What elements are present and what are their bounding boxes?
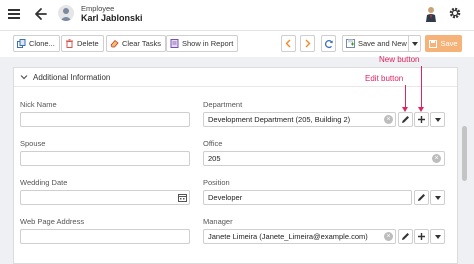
pencil-icon bbox=[402, 116, 409, 123]
entity-type-label: Employee bbox=[81, 4, 115, 13]
employee-avatar bbox=[58, 5, 74, 21]
plus-icon bbox=[418, 233, 425, 240]
manager-label: Manager bbox=[203, 217, 233, 226]
clone-icon bbox=[17, 39, 26, 48]
office-input[interactable]: 205 bbox=[203, 151, 445, 166]
pencil-icon bbox=[418, 194, 425, 201]
next-record-button[interactable] bbox=[300, 35, 315, 52]
clone-label: Clone... bbox=[29, 39, 55, 48]
show-in-report-label: Show in Report bbox=[182, 39, 234, 48]
position-dropdown-button[interactable] bbox=[430, 190, 445, 205]
save-icon bbox=[429, 39, 438, 48]
section-title: Additional Information bbox=[33, 72, 111, 82]
edit-button-annotation: Edit button bbox=[365, 74, 404, 83]
scrollbar-thumb[interactable] bbox=[462, 126, 467, 181]
entity-name: Karl Jablonski bbox=[81, 13, 143, 23]
save-and-new-icon bbox=[346, 39, 355, 48]
department-new-button[interactable] bbox=[414, 112, 429, 127]
save-and-new-button[interactable]: Save and New bbox=[342, 35, 421, 52]
position-label: Position bbox=[203, 178, 230, 187]
spouse-input[interactable] bbox=[20, 151, 190, 166]
manager-clear-icon[interactable]: × bbox=[384, 232, 393, 241]
clear-tasks-label: Clear Tasks bbox=[122, 39, 162, 48]
caret-down-icon bbox=[434, 117, 441, 122]
scrollbar[interactable] bbox=[462, 66, 467, 264]
plus-icon bbox=[418, 116, 425, 123]
web-page-address-label: Web Page Address bbox=[20, 217, 85, 226]
show-in-report-button[interactable]: Show in Report bbox=[166, 35, 239, 52]
save-and-new-label: Save and New bbox=[358, 39, 407, 48]
manager-dropdown-button[interactable] bbox=[430, 229, 445, 244]
caret-down-icon bbox=[434, 234, 441, 239]
chevron-right-icon bbox=[305, 39, 311, 48]
new-button-annotation: New button bbox=[379, 55, 420, 64]
delete-icon bbox=[66, 39, 73, 48]
save-and-new-dropdown[interactable] bbox=[408, 36, 420, 51]
manager-edit-button[interactable] bbox=[398, 229, 413, 244]
hamburger-menu-icon[interactable] bbox=[8, 9, 20, 19]
web-page-address-input[interactable] bbox=[20, 229, 190, 244]
department-dropdown-button[interactable] bbox=[430, 112, 445, 127]
back-arrow-icon[interactable] bbox=[34, 6, 48, 22]
calendar-icon bbox=[177, 194, 187, 202]
chevron-down-icon bbox=[20, 75, 28, 80]
additional-info-panel: Additional Information Nick Name Spouse … bbox=[13, 67, 458, 264]
report-icon bbox=[170, 39, 179, 48]
refresh-button[interactable] bbox=[321, 35, 336, 52]
nick-name-input[interactable] bbox=[20, 112, 190, 127]
save-label: Save bbox=[440, 39, 458, 48]
clear-tasks-button[interactable]: Clear Tasks bbox=[106, 35, 167, 52]
new-button-annotation-line bbox=[421, 66, 422, 108]
department-input[interactable]: Development Department (205, Building 2) bbox=[203, 112, 396, 127]
caret-down-icon bbox=[434, 195, 441, 200]
manager-new-button[interactable] bbox=[414, 229, 429, 244]
delete-label: Delete bbox=[77, 39, 99, 48]
wedding-date-label: Wedding Date bbox=[20, 178, 68, 187]
edit-button-annotation-arrow bbox=[402, 107, 408, 112]
clone-button[interactable]: Clone... bbox=[13, 35, 60, 52]
position-input[interactable]: Developer bbox=[203, 190, 412, 205]
new-button-annotation-arrow bbox=[418, 107, 424, 112]
position-edit-button[interactable] bbox=[414, 190, 429, 205]
app-header: Employee Karl Jablonski bbox=[0, 0, 474, 31]
department-clear-icon[interactable]: × bbox=[384, 115, 393, 124]
person-icon bbox=[60, 8, 72, 21]
save-button[interactable]: Save bbox=[425, 35, 462, 52]
caret-down-icon bbox=[411, 41, 418, 46]
refresh-icon bbox=[324, 39, 333, 48]
office-clear-icon[interactable]: × bbox=[432, 154, 441, 163]
manager-input[interactable]: Janete Limeira (Janete_Limeira@example.c… bbox=[203, 229, 396, 244]
department-edit-button[interactable] bbox=[398, 112, 413, 127]
office-label: Office bbox=[203, 139, 223, 148]
chevron-left-icon bbox=[285, 39, 291, 48]
eraser-icon bbox=[110, 39, 119, 48]
pencil-icon bbox=[402, 233, 409, 240]
toolbar: Clone... Delete Clear Tasks Show in Repo… bbox=[0, 31, 474, 57]
previous-record-button[interactable] bbox=[281, 35, 296, 52]
delete-button[interactable]: Delete bbox=[61, 35, 104, 52]
user-avatar-icon[interactable] bbox=[424, 6, 438, 22]
wedding-date-input[interactable] bbox=[20, 190, 190, 205]
department-label: Department bbox=[203, 100, 243, 109]
nick-name-label: Nick Name bbox=[20, 100, 57, 109]
spouse-label: Spouse bbox=[20, 139, 46, 148]
calendar-button[interactable] bbox=[176, 191, 188, 204]
gear-icon[interactable] bbox=[448, 6, 462, 20]
content-area: Additional Information Nick Name Spouse … bbox=[0, 57, 474, 264]
edit-button-annotation-line bbox=[405, 85, 406, 108]
